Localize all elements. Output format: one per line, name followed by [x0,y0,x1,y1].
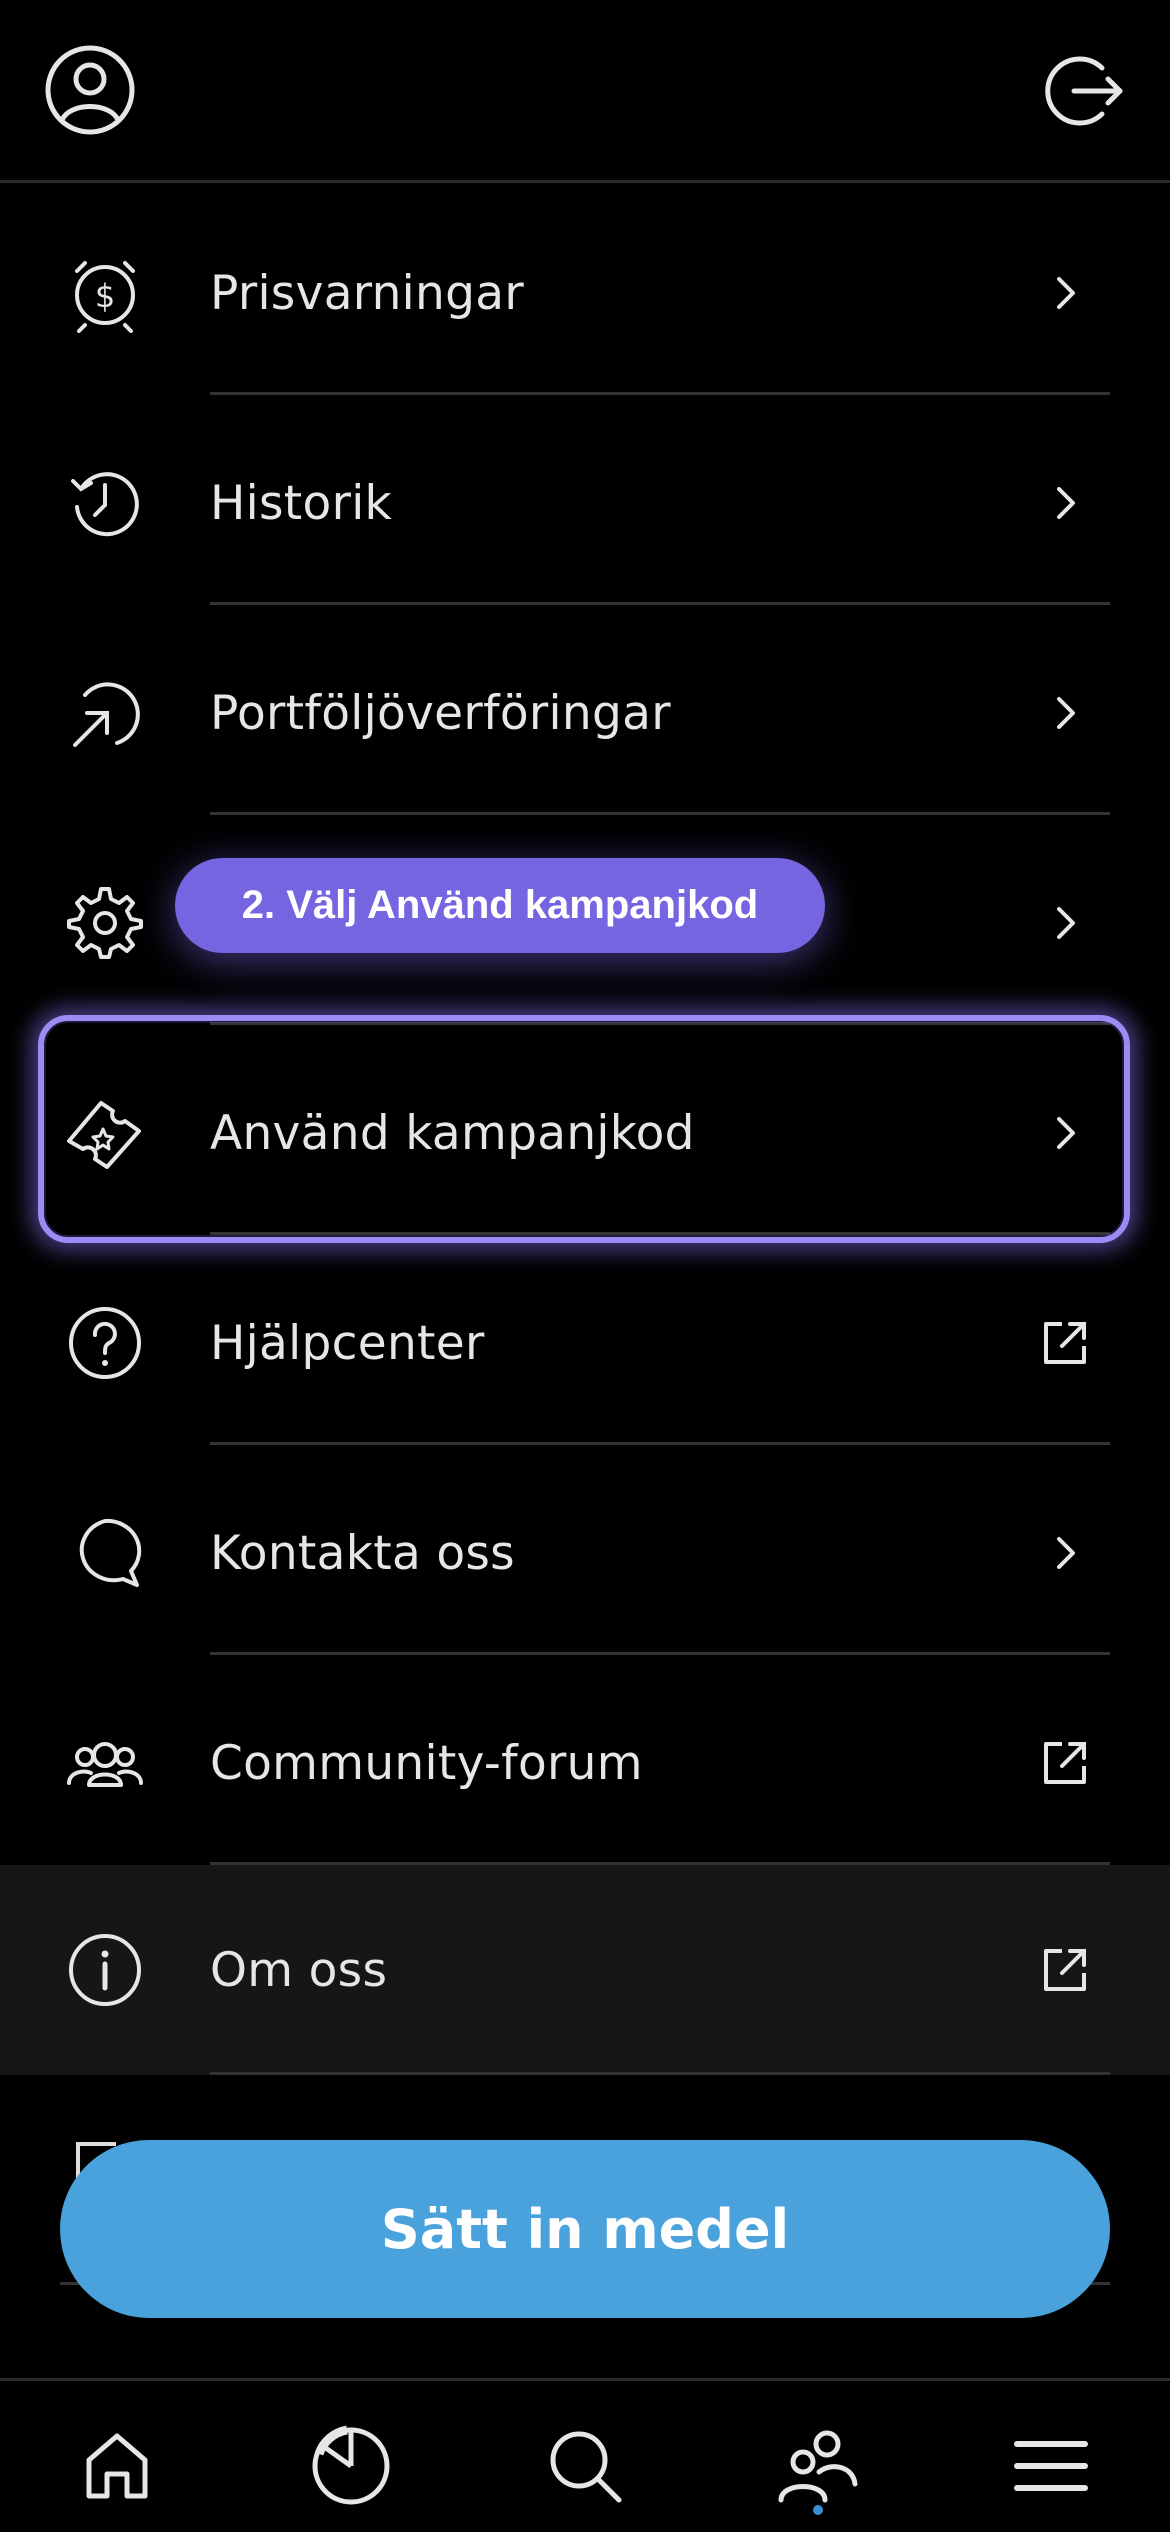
home-icon[interactable] [72,2421,162,2511]
menu-item-prisvarningar[interactable]: $ Prisvarningar [0,188,1170,398]
community-icon[interactable] [772,2421,862,2511]
bottom-nav [0,2381,1170,2532]
header-divider [0,180,1170,183]
menu-item-label: Kontakta oss [210,1525,515,1581]
logout-icon[interactable] [1040,48,1126,134]
divider [210,1652,1110,1655]
menu-item-label: Portföljöverföringar [210,685,671,741]
menu-item-label: Hjälpcenter [210,1315,485,1371]
divider [210,602,1110,605]
price-alert-icon: $ [60,253,150,333]
menu-item-label: Prisvarningar [210,265,524,321]
header [0,0,1170,180]
chat-icon [60,1513,150,1593]
chevron-right-icon [1030,678,1100,748]
menu-item-hjalpcenter[interactable]: Hjälpcenter [0,1238,1170,1448]
gear-icon [60,883,150,963]
chevron-right-icon [1030,1518,1100,1588]
chevron-right-icon [1030,468,1100,538]
tutorial-tooltip: 2. Välj Använd kampanjkod [175,858,825,953]
portfolio-transfer-icon [60,673,150,753]
menu-item-label: Om oss [210,1942,388,1998]
menu-item-portfoljoverforingar[interactable]: Portföljöverföringar [0,608,1170,818]
chevron-right-icon [1030,258,1100,328]
divider [210,2072,1110,2075]
menu-item-community-forum[interactable]: Community-forum [0,1658,1170,1868]
help-icon [60,1303,150,1383]
external-link-icon [1030,1728,1100,1798]
chevron-right-icon [1030,888,1100,958]
menu-item-label: Community-forum [210,1735,643,1791]
info-icon [60,1930,150,2010]
menu-item-om-oss[interactable]: Om oss [0,1865,1170,2075]
history-icon [60,463,150,543]
highlight-frame [38,1015,1130,1243]
profile-icon[interactable] [42,42,138,138]
svg-text:$: $ [95,277,115,315]
menu-item-kontakta-oss[interactable]: Kontakta oss [0,1448,1170,1658]
search-icon[interactable] [540,2421,630,2511]
deposit-funds-button[interactable]: Sätt in medel [60,2140,1110,2318]
external-link-icon [1030,1308,1100,1378]
active-tab-indicator [813,2505,823,2515]
menu-item-historik[interactable]: Historik [0,398,1170,608]
divider [210,1442,1110,1445]
community-icon [60,1723,150,1803]
menu-item-label: Historik [210,475,393,531]
menu-icon[interactable] [1006,2421,1096,2511]
portfolio-chart-icon[interactable] [306,2421,396,2511]
external-link-icon [1030,1935,1100,2005]
divider [210,812,1110,815]
divider [210,392,1110,395]
